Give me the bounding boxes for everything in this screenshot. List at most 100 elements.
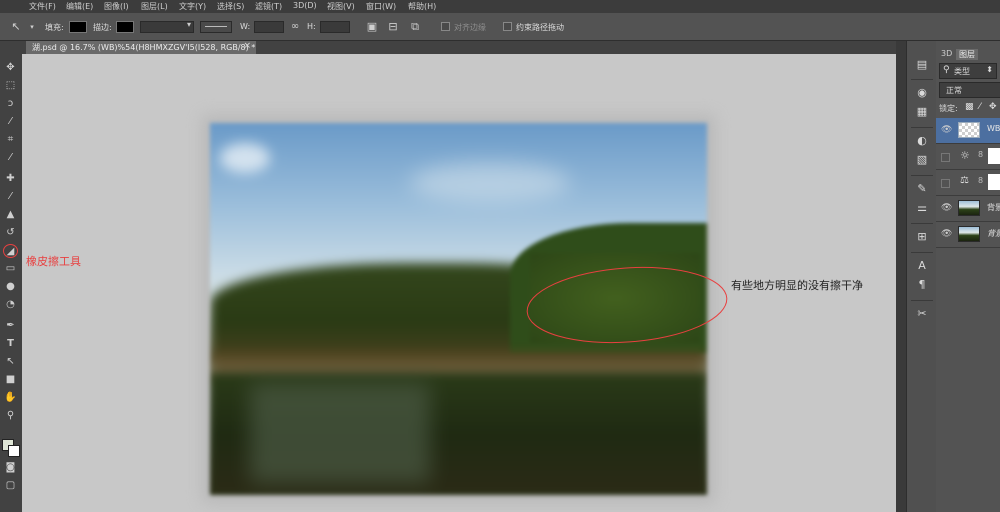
visibility-eye-icon[interactable]: 👁 <box>941 229 952 239</box>
menu-select[interactable]: 选择(S) <box>217 1 244 12</box>
healing-brush-icon[interactable]: ✚ <box>3 172 18 186</box>
tools-panel: ✥ ⬚ ↄ ⁄ ⌗ ⁄ ✚ ⁄ ▲ ↺ ◢ ▭ ● ◔ ✒ T ↖ ■ ✋ ⚲ … <box>0 41 23 512</box>
blur-icon[interactable]: ● <box>3 280 18 294</box>
styles-icon[interactable]: ▧ <box>914 152 930 168</box>
menu-filter[interactable]: 滤镜(T) <box>255 1 282 12</box>
color-icon[interactable]: ◉ <box>914 85 930 101</box>
tool-presets-icon[interactable]: ✂ <box>914 306 930 322</box>
menu-help[interactable]: 帮助(H) <box>408 1 436 12</box>
character-icon[interactable]: A <box>914 258 930 274</box>
eyedropper-icon[interactable]: ⁄ <box>3 151 18 165</box>
chevron-down-icon: ⬍ <box>986 65 993 74</box>
brightness-adjust-icon: ☼ <box>960 149 970 162</box>
eraser-tool-note: 橡皮擦工具 <box>26 255 81 268</box>
layer-name: WB <box>987 124 1000 133</box>
quick-mask-icon[interactable]: ◙ <box>3 461 18 475</box>
swatches-icon[interactable]: ▦ <box>914 104 930 120</box>
menu-view[interactable]: 视图(V) <box>327 1 355 12</box>
unclean-erase-note: 有些地方明显的没有擦干净 <box>731 279 863 292</box>
align-edges-label: 对齐边缘 <box>454 23 486 32</box>
layer-thumbnail <box>958 200 980 216</box>
menu-3d[interactable]: 3D(D) <box>293 1 317 10</box>
path-operations-icon[interactable]: ▣ <box>365 20 379 34</box>
menu-file[interactable]: 文件(F) <box>29 1 56 12</box>
chevron-down-icon[interactable]: ▾ <box>25 20 39 34</box>
close-icon[interactable]: × <box>243 41 251 51</box>
hand-icon[interactable]: ✋ <box>3 391 18 405</box>
lasso-icon[interactable]: ↄ <box>3 97 18 111</box>
background-color-swatch[interactable] <box>8 445 20 457</box>
brush-presets-icon[interactable]: ✎ <box>914 181 930 197</box>
visibility-toggle[interactable] <box>941 179 950 188</box>
document-tab-title: 湖.psd @ 16.7% (WB)%54(H8HMXZGV'I5(I528, … <box>32 43 256 52</box>
eraser-icon[interactable]: ◢ <box>3 244 18 258</box>
layer-row[interactable]: 👁 WB <box>936 118 1000 144</box>
lock-transparent-icon[interactable]: ▩ <box>965 102 974 112</box>
paragraph-icon[interactable]: ¶ <box>914 277 930 293</box>
quick-select-icon[interactable]: ⁄ <box>3 115 18 129</box>
fill-swatch[interactable] <box>69 21 87 33</box>
visibility-eye-icon[interactable]: 👁 <box>941 203 952 213</box>
crop-icon[interactable]: ⌗ <box>3 133 18 147</box>
layer-thumbnail <box>958 226 980 242</box>
tab-3d[interactable]: 3D <box>941 49 952 58</box>
path-arrangement-icon[interactable]: ⧉ <box>408 20 422 34</box>
tab-layers[interactable]: 图层 <box>956 49 978 60</box>
layer-name: 背景 <box>987 229 1000 238</box>
width-label: W: <box>240 22 251 31</box>
adjustments-icon[interactable]: ◐ <box>914 133 930 149</box>
stroke-type-select[interactable] <box>200 21 232 33</box>
layer-name: 背景 <box>987 203 1000 212</box>
fill-label: 填充: <box>45 23 64 32</box>
chain-icon: 8 <box>978 150 984 159</box>
layer-row[interactable]: ⚖ 8 <box>936 170 1000 196</box>
path-select-tool-icon[interactable]: ↖ <box>3 355 18 369</box>
menu-edit[interactable]: 编辑(E) <box>66 1 93 12</box>
lock-label: 锁定: <box>939 104 958 113</box>
type-icon[interactable]: T <box>3 337 18 351</box>
chain-icon: 8 <box>978 176 984 185</box>
link-icon[interactable]: ∞ <box>288 20 302 34</box>
clone-stamp-icon[interactable]: ▲ <box>3 208 18 222</box>
menu-layer[interactable]: 图层(L) <box>141 1 168 12</box>
visibility-toggle[interactable] <box>941 153 950 162</box>
menu-type[interactable]: 文字(Y) <box>179 1 206 12</box>
brush-icon[interactable]: ⁄ <box>3 190 18 204</box>
path-select-icon[interactable]: ↖ <box>9 20 23 34</box>
stroke-swatch[interactable] <box>116 21 134 33</box>
lock-move-icon[interactable]: ✥ <box>989 102 997 112</box>
blend-mode-select[interactable]: 正常 <box>939 82 1000 98</box>
layer-kind-filter[interactable]: ⚲ 类型 ⬍ <box>939 63 997 79</box>
lock-paint-icon[interactable]: ⁄ <box>979 102 981 112</box>
layer-row[interactable]: 👁 背景 <box>936 196 1000 222</box>
path-alignment-icon[interactable]: ⊟ <box>386 20 400 34</box>
height-input[interactable] <box>320 21 350 33</box>
history-icon[interactable]: ▤ <box>914 57 930 73</box>
layer-row[interactable]: ☼ 8 <box>936 144 1000 170</box>
menu-window[interactable]: 窗口(W) <box>366 1 396 12</box>
zoom-icon[interactable]: ⚲ <box>3 409 18 423</box>
document-tab[interactable]: 湖.psd @ 16.7% (WB)%54(H8HMXZGV'I5(I528, … <box>26 41 256 54</box>
menu-image[interactable]: 图像(I) <box>104 1 129 12</box>
dock-strip <box>896 41 906 512</box>
align-edges-checkbox[interactable] <box>441 22 450 31</box>
visibility-eye-icon[interactable]: 👁 <box>941 125 952 135</box>
options-bar: ↖ ▾ 填充: 描边: ▾ W: ∞ H: ▣ ⊟ ⧉ 对齐边缘 约束路径拖动 <box>0 13 1000 41</box>
screen-mode-icon[interactable]: ▢ <box>3 479 18 493</box>
gradient-icon[interactable]: ▭ <box>3 262 18 276</box>
stroke-width-select[interactable]: ▾ <box>140 20 194 33</box>
constrain-path-checkbox[interactable] <box>503 22 512 31</box>
shape-icon[interactable]: ■ <box>3 373 18 387</box>
layer-row[interactable]: 👁 背景 <box>936 222 1000 248</box>
move-icon[interactable]: ✥ <box>3 61 18 75</box>
pen-icon[interactable]: ✒ <box>3 319 18 333</box>
brush-settings-icon[interactable]: ⚌ <box>914 200 930 216</box>
highlight-ellipse <box>526 266 728 344</box>
marquee-icon[interactable]: ⬚ <box>3 79 18 93</box>
history-brush-icon[interactable]: ↺ <box>3 226 18 240</box>
width-input[interactable] <box>254 21 284 33</box>
clone-source-icon[interactable]: ⊞ <box>914 229 930 245</box>
stroke-label: 描边: <box>93 23 112 32</box>
constrain-path-label: 约束路径拖动 <box>516 23 564 32</box>
dodge-icon[interactable]: ◔ <box>3 298 18 312</box>
